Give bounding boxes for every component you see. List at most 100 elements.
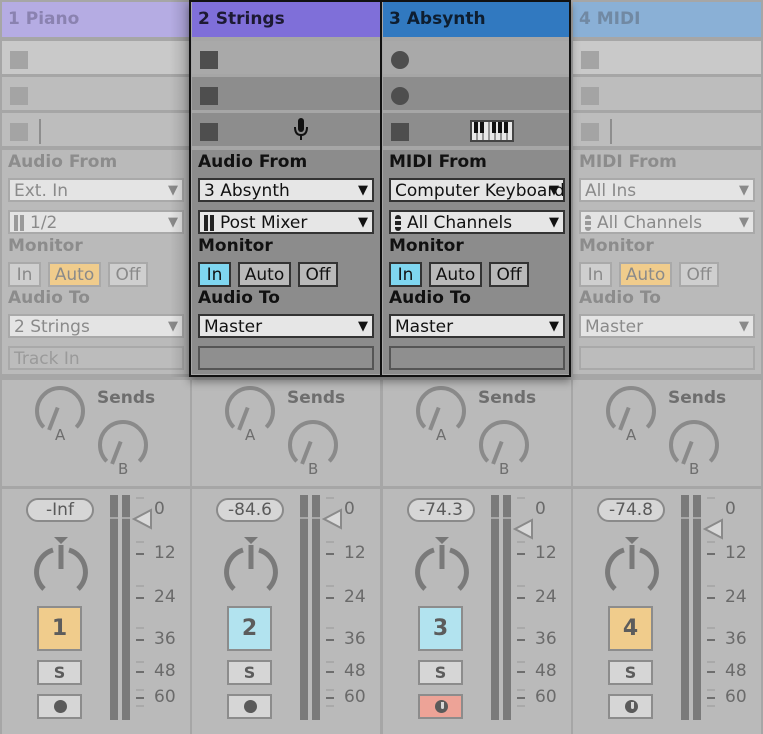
meter-tick xyxy=(326,639,334,641)
clip-slot[interactable] xyxy=(573,77,761,110)
meter-minor-tick xyxy=(326,541,334,543)
volume-fader-handle[interactable] xyxy=(513,518,535,540)
pan-knob[interactable] xyxy=(31,533,91,603)
clip-stop-button-icon[interactable] xyxy=(391,123,409,141)
output-channel-dropdown[interactable] xyxy=(389,346,565,370)
track-header[interactable]: 4 MIDI xyxy=(573,2,761,37)
dropdown-arrow-icon: ▼ xyxy=(358,183,368,198)
monitor-in-button[interactable]: In xyxy=(8,262,41,287)
clip-stop-button-icon[interactable] xyxy=(581,87,599,105)
solo-button[interactable]: S xyxy=(227,660,272,685)
clip-stop-button-icon[interactable] xyxy=(200,123,218,141)
output-channel-dropdown[interactable]: Track In xyxy=(8,346,184,370)
clip-stop-button-icon[interactable] xyxy=(10,123,28,141)
track-activator-button[interactable]: 4 xyxy=(608,606,653,651)
input-channel-dropdown[interactable]: Post Mixer ▼ xyxy=(198,210,374,234)
track-header[interactable]: 2 Strings xyxy=(192,2,380,37)
monitor-auto-button[interactable]: Auto xyxy=(429,262,482,287)
monitor-in-button[interactable]: In xyxy=(198,262,231,287)
clip-record-button-icon[interactable] xyxy=(391,87,409,105)
clip-slot[interactable] xyxy=(383,41,571,74)
clip-slot[interactable] xyxy=(2,113,190,146)
track-activator-button[interactable]: 2 xyxy=(227,606,272,651)
input-type-dropdown[interactable]: 3 Absynth ▼ xyxy=(198,178,374,202)
output-channel-value: Track In xyxy=(14,349,80,369)
solo-button[interactable]: S xyxy=(608,660,653,685)
clip-slot[interactable] xyxy=(573,113,761,146)
clip-stop-button-icon[interactable] xyxy=(200,87,218,105)
monitor-off-button[interactable]: Off xyxy=(108,262,148,287)
meter-scale-label: 0 xyxy=(725,499,736,519)
clip-slot[interactable] xyxy=(192,77,380,110)
clip-slot[interactable] xyxy=(192,113,380,146)
monitor-off-button[interactable]: Off xyxy=(489,262,529,287)
arm-button[interactable] xyxy=(418,694,463,719)
output-target-dropdown[interactable]: Master ▼ xyxy=(198,314,374,338)
volume-display[interactable]: -74.8 xyxy=(597,498,665,522)
meter-tick xyxy=(136,639,144,641)
clip-record-button-icon[interactable] xyxy=(391,51,409,69)
meter-tick xyxy=(517,597,525,599)
solo-button[interactable]: S xyxy=(37,660,82,685)
monitor-off-button[interactable]: Off xyxy=(298,262,338,287)
track-header[interactable]: 1 Piano xyxy=(2,2,190,37)
monitor-in-button[interactable]: In xyxy=(579,262,612,287)
clip-slot[interactable] xyxy=(383,77,571,110)
input-channel-dropdown[interactable]: All Channels ▼ xyxy=(579,210,755,234)
volume-fader-handle[interactable] xyxy=(703,518,725,540)
monitor-auto-button[interactable]: Auto xyxy=(619,262,672,287)
track-activator-button[interactable]: 1 xyxy=(37,606,82,651)
midi-channel-icon xyxy=(395,215,401,231)
clip-stop-button-icon[interactable] xyxy=(10,51,28,69)
monitor-in-button[interactable]: In xyxy=(389,262,422,287)
pan-knob[interactable] xyxy=(221,533,281,603)
input-channel-dropdown[interactable]: All Channels ▼ xyxy=(389,210,565,234)
output-target-dropdown[interactable]: Master ▼ xyxy=(389,314,565,338)
volume-display[interactable]: -Inf xyxy=(26,498,94,522)
input-channel-dropdown[interactable]: 1/2 ▼ xyxy=(8,210,184,234)
input-type-dropdown[interactable]: All Ins ▼ xyxy=(579,178,755,202)
clip-stop-button-icon[interactable] xyxy=(10,87,28,105)
arm-button[interactable] xyxy=(608,694,653,719)
output-target-dropdown-value: 2 Strings xyxy=(14,317,90,337)
output-target-dropdown[interactable]: 2 Strings ▼ xyxy=(8,314,184,338)
monitor-auto-button[interactable]: Auto xyxy=(238,262,291,287)
monitor-label: Monitor xyxy=(579,236,654,256)
arm-button[interactable] xyxy=(227,694,272,719)
monitor-auto-button[interactable]: Auto xyxy=(48,262,101,287)
solo-button[interactable]: S xyxy=(418,660,463,685)
clip-slot[interactable] xyxy=(2,77,190,110)
pan-knob[interactable] xyxy=(412,533,472,603)
arm-button[interactable] xyxy=(37,694,82,719)
clip-stop-button-icon[interactable] xyxy=(581,51,599,69)
midi-arm-icon xyxy=(625,700,638,713)
input-type-dropdown[interactable]: Computer Keyboard ▼ xyxy=(389,178,565,202)
clip-stop-button-icon[interactable] xyxy=(200,51,218,69)
output-target-dropdown-value: Master xyxy=(585,317,644,337)
volume-fader-handle[interactable] xyxy=(322,508,344,530)
meter-minor-tick xyxy=(707,661,715,663)
output-channel-dropdown[interactable] xyxy=(579,346,755,370)
meter-minor-tick xyxy=(136,705,144,707)
volume-display[interactable]: -84.6 xyxy=(216,498,284,522)
volume-fader-handle[interactable] xyxy=(132,508,154,530)
track-header[interactable]: 3 Absynth xyxy=(383,2,571,37)
midi-channel-icon xyxy=(585,215,591,231)
meter-minor-tick xyxy=(326,661,334,663)
clip-slot[interactable] xyxy=(192,41,380,74)
clip-slot[interactable] xyxy=(383,113,571,146)
meter-minor-tick xyxy=(326,627,334,629)
dropdown-arrow-icon: ▼ xyxy=(168,215,178,230)
clip-slot[interactable] xyxy=(573,41,761,74)
output-target-dropdown[interactable]: Master ▼ xyxy=(579,314,755,338)
clip-stop-button-icon[interactable] xyxy=(581,123,599,141)
pan-knob[interactable] xyxy=(602,533,662,603)
volume-display[interactable]: -74.3 xyxy=(407,498,475,522)
note-glyph xyxy=(441,702,444,709)
input-type-dropdown[interactable]: Ext. In ▼ xyxy=(8,178,184,202)
track-activator-button[interactable]: 3 xyxy=(418,606,463,651)
output-channel-dropdown[interactable] xyxy=(198,346,374,370)
clip-slot[interactable] xyxy=(2,41,190,74)
monitor-off-button[interactable]: Off xyxy=(679,262,719,287)
dropdown-arrow-icon: ▼ xyxy=(549,215,559,230)
